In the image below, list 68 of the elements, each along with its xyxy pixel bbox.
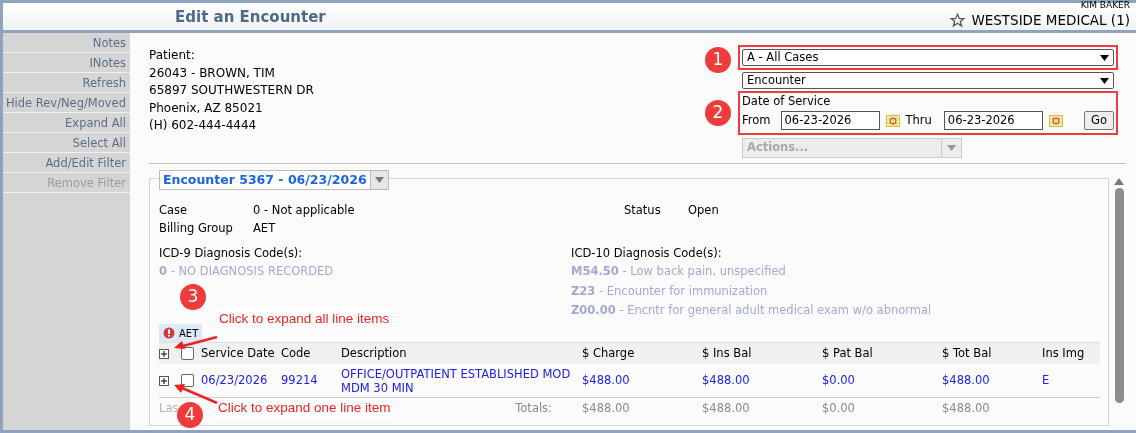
table-cell-text: $488.00: [942, 371, 991, 389]
table-cell-text: OFFICE/OUTPATIENT ESTABLISHED MOD MDM 30 MIN: [341, 366, 572, 395]
total-value: $488.00: [582, 400, 631, 418]
annotation-text: Click to expand all line items: [218, 309, 391, 330]
patient-detail: Phoenix, AZ 85021: [149, 99, 264, 117]
expand-row-icon[interactable]: [159, 375, 169, 386]
field-label: Status: [624, 202, 662, 219]
chevron-icon: [1100, 54, 1109, 61]
calendar-icon[interactable]: [1048, 114, 1063, 127]
column-header: $ Pat Bal: [822, 344, 874, 362]
from-date-field[interactable]: 06-23-2026: [780, 111, 880, 130]
table-cell-text: $488.00: [702, 371, 751, 389]
thru-label: Thru: [905, 111, 932, 129]
case-select[interactable]: A - All Cases: [742, 49, 1114, 66]
diagnosis-code: M54.50 - Low back pain, unspecified: [571, 263, 787, 280]
table-cell-text: $488.00: [582, 371, 631, 389]
practice-name: WESTSIDE MEDICAL (1): [971, 13, 1130, 28]
column-header: Code: [281, 344, 312, 362]
scroll-thumb[interactable]: [1114, 188, 1124, 403]
thru-date-field[interactable]: 06-23-2026: [943, 111, 1043, 130]
patient-detail: 26043 - BROWN, TIM: [149, 64, 276, 82]
diagnosis-code: 0 - NO DIAGNOSIS RECORDED: [159, 263, 335, 280]
table-cell-text: E: [1042, 371, 1051, 389]
patient-detail: (H) 602-444-4444: [149, 117, 258, 134]
diagnosis-heading: ICD-10 Diagnosis Code(s):: [571, 245, 723, 262]
checkbox[interactable]: [181, 347, 194, 360]
type-select[interactable]: Encounter: [742, 72, 1114, 89]
column-header: Service Date: [201, 344, 276, 362]
total-value: $0.00: [822, 400, 856, 418]
field-value: AET: [253, 220, 276, 237]
table-cell-text: 99214: [281, 371, 319, 389]
column-header: $ Tot Bal: [942, 344, 993, 362]
diagnosis-code: Z00.00 - Encntr for general adult medical exam w/o abnormal: [571, 302, 933, 319]
table-cell-text: 06/23/2026: [201, 371, 269, 389]
totals-label: Totals:: [515, 401, 552, 416]
expand-all-icon[interactable]: [159, 348, 169, 359]
caret-icon: [374, 177, 384, 183]
total-value: $488.00: [942, 400, 991, 418]
chevron-icon: [1100, 77, 1109, 84]
calendar-icon[interactable]: [885, 114, 900, 127]
column-header: Ins Img: [1042, 344, 1086, 362]
star-icon[interactable]: [950, 13, 966, 28]
field-value: Open: [688, 202, 719, 219]
field-label: Case: [159, 202, 189, 219]
patient-detail: 65897 SOUTHWESTERN DR: [149, 82, 314, 99]
user-name: KIM BAKER: [1080, 1, 1130, 10]
field-value: 0 - Not applicable: [253, 202, 355, 219]
arrow: [174, 384, 218, 404]
date-label: Date of Service: [742, 93, 832, 109]
column-header: $ Ins Bal: [702, 344, 753, 362]
encounter-dropdown[interactable]: Encounter 5367 - 06/23/2026: [159, 170, 389, 190]
annotation-text: Click to expand one line item: [217, 398, 392, 419]
diagnosis-heading: ICD-9 Diagnosis Code(s):: [159, 245, 304, 262]
checkbox[interactable]: [181, 374, 194, 387]
column-header: $ Charge: [582, 344, 636, 362]
page-title: Edit an Encounter: [175, 6, 326, 28]
from-label: From: [742, 111, 771, 129]
table-cell-text: $0.00: [822, 371, 856, 389]
patient-label: Patient:: [149, 47, 196, 64]
diagnosis-code: Z23 - Encounter for immunization: [571, 282, 769, 300]
footer-text: Las: [159, 401, 179, 416]
field-label: Billing Group: [159, 220, 234, 237]
caret-icon: [947, 145, 956, 151]
total-value: $488.00: [702, 400, 751, 418]
column-header: Description: [341, 344, 408, 362]
go-button[interactable]: Go: [1084, 111, 1114, 130]
payer-tab[interactable]: AET: [159, 324, 203, 342]
alert-icon: [163, 327, 175, 339]
